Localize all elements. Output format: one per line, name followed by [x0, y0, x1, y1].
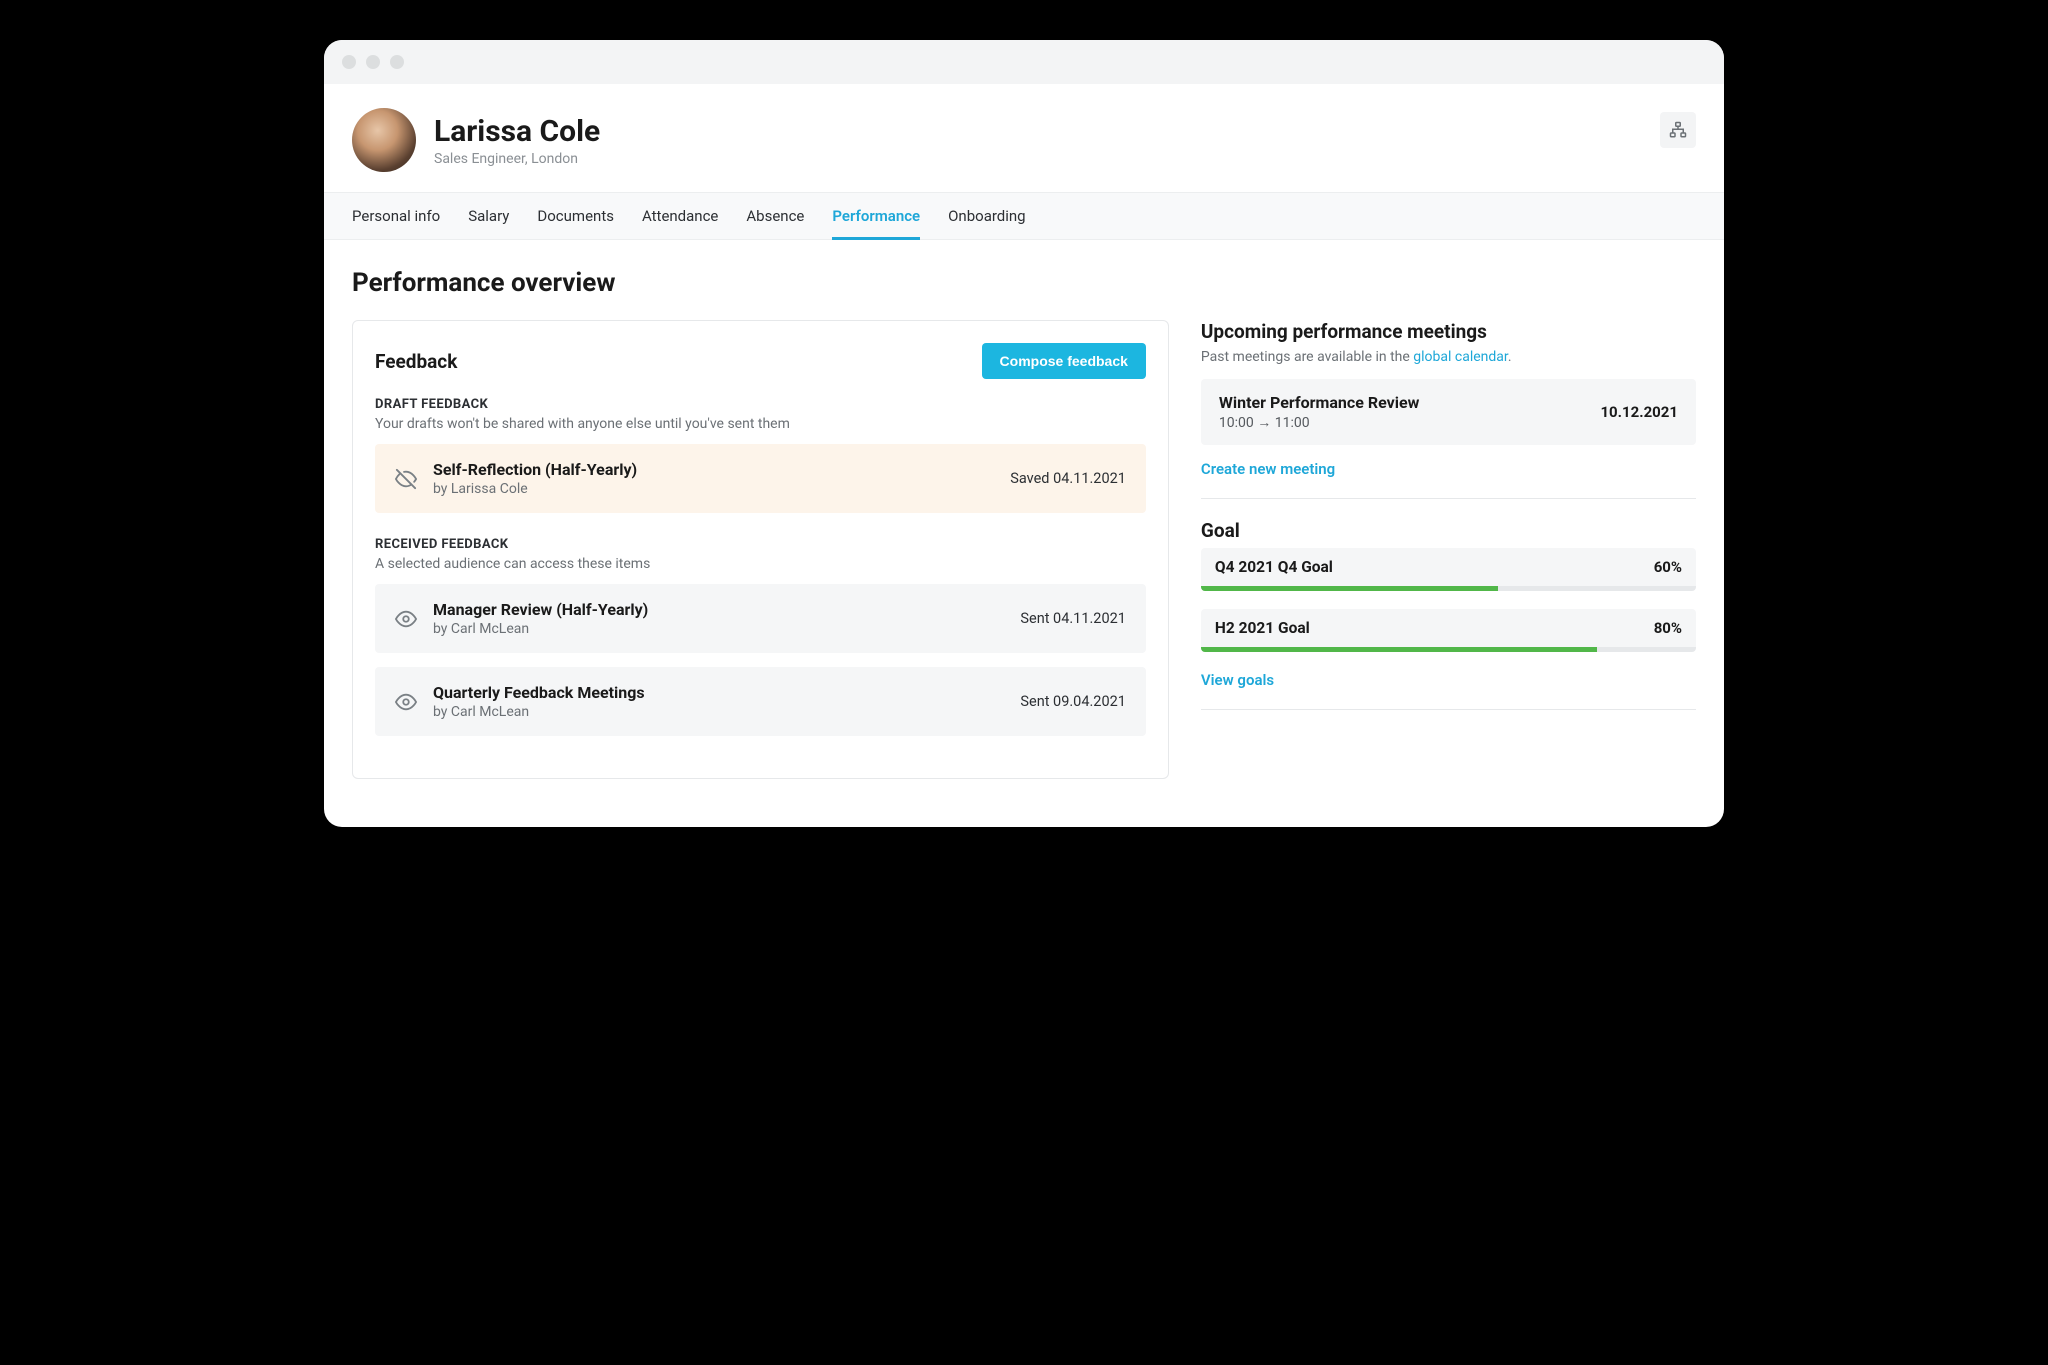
meetings-heading: Upcoming performance meetings — [1201, 320, 1696, 343]
profile-header: Larissa Cole Sales Engineer, London — [324, 84, 1724, 192]
feedback-item-title: Quarterly Feedback Meetings — [433, 683, 1020, 702]
meetings-hint: Past meetings are available in the globa… — [1201, 349, 1696, 365]
feedback-card: Feedback Compose feedback DRAFT FEEDBACK… — [352, 320, 1169, 779]
window-control-dot[interactable] — [366, 55, 380, 69]
feedback-item-title: Self-Reflection (Half-Yearly) — [433, 460, 1010, 479]
feedback-item-title: Manager Review (Half-Yearly) — [433, 600, 1020, 619]
goal-item[interactable]: Q4 2021 Q4 Goal 60% — [1201, 548, 1696, 591]
feedback-item-status: Sent 09.04.2021 — [1020, 693, 1126, 710]
feedback-item[interactable]: Quarterly Feedback Meetings by Carl McLe… — [375, 667, 1146, 736]
received-feedback-hint: A selected audience can access these ite… — [375, 556, 1146, 572]
draft-feedback-heading: DRAFT FEEDBACK — [375, 397, 1146, 412]
goal-name: Q4 2021 Q4 Goal — [1215, 558, 1333, 576]
section-divider — [1201, 498, 1696, 499]
tab-absence[interactable]: Absence — [746, 193, 804, 239]
content-area: Performance overview Feedback Compose fe… — [324, 240, 1724, 827]
received-feedback-heading: RECEIVED FEEDBACK — [375, 537, 1146, 552]
page-title: Performance overview — [352, 268, 1696, 298]
tab-attendance[interactable]: Attendance — [642, 193, 718, 239]
app-window: Larissa Cole Sales Engineer, London Pers… — [324, 40, 1724, 827]
feedback-item[interactable]: Self-Reflection (Half-Yearly) by Larissa… — [375, 444, 1146, 513]
feedback-item-status: Saved 04.11.2021 — [1010, 470, 1126, 487]
tab-performance[interactable]: Performance — [832, 193, 920, 239]
tab-personal-info[interactable]: Personal info — [352, 193, 440, 239]
feedback-item[interactable]: Manager Review (Half-Yearly) by Carl McL… — [375, 584, 1146, 653]
draft-feedback-hint: Your drafts won't be shared with anyone … — [375, 416, 1146, 432]
user-subtitle: Sales Engineer, London — [434, 151, 600, 167]
goal-percent: 60% — [1654, 558, 1682, 576]
meetings-hint-suffix: . — [1508, 349, 1512, 365]
eye-icon — [395, 691, 423, 713]
window-control-dot[interactable] — [390, 55, 404, 69]
eye-off-icon — [395, 468, 423, 490]
goal-item[interactable]: H2 2021 Goal 80% — [1201, 609, 1696, 652]
goal-name: H2 2021 Goal — [1215, 619, 1310, 637]
goal-progress-fill — [1201, 586, 1498, 591]
feedback-item-author: by Carl McLean — [433, 704, 1020, 720]
tab-salary[interactable]: Salary — [468, 193, 509, 239]
tabs-bar: Personal info Salary Documents Attendance Ab… — [324, 192, 1724, 240]
tab-onboarding[interactable]: Onboarding — [948, 193, 1026, 239]
feedback-item-status: Sent 04.11.2021 — [1020, 610, 1126, 627]
feedback-card-title: Feedback — [375, 350, 457, 373]
org-chart-button[interactable] — [1660, 112, 1696, 148]
user-name: Larissa Cole — [434, 114, 600, 149]
org-chart-icon — [1669, 121, 1687, 139]
tab-documents[interactable]: Documents — [537, 193, 614, 239]
global-calendar-link[interactable]: global calendar — [1413, 349, 1508, 365]
compose-feedback-button[interactable]: Compose feedback — [982, 343, 1146, 379]
meetings-hint-prefix: Past meetings are available in the — [1201, 349, 1413, 365]
section-divider — [1201, 709, 1696, 710]
avatar[interactable] — [352, 108, 416, 172]
goal-progress-bar — [1201, 586, 1696, 591]
window-titlebar — [324, 40, 1724, 84]
meeting-item[interactable]: Winter Performance Review 10:00 → 11:00 … — [1201, 379, 1696, 445]
goal-percent: 80% — [1654, 619, 1682, 637]
view-goals-link[interactable]: View goals — [1201, 671, 1274, 689]
meeting-title: Winter Performance Review — [1219, 393, 1419, 412]
goal-progress-fill — [1201, 647, 1597, 652]
goals-heading: Goal — [1201, 519, 1696, 542]
eye-icon — [395, 608, 423, 630]
goal-progress-bar — [1201, 647, 1696, 652]
window-control-dot[interactable] — [342, 55, 356, 69]
create-meeting-link[interactable]: Create new meeting — [1201, 460, 1335, 478]
meeting-time: 10:00 → 11:00 — [1219, 414, 1419, 431]
meeting-date: 10.12.2021 — [1600, 403, 1678, 421]
feedback-item-author: by Larissa Cole — [433, 481, 1010, 497]
feedback-item-author: by Carl McLean — [433, 621, 1020, 637]
